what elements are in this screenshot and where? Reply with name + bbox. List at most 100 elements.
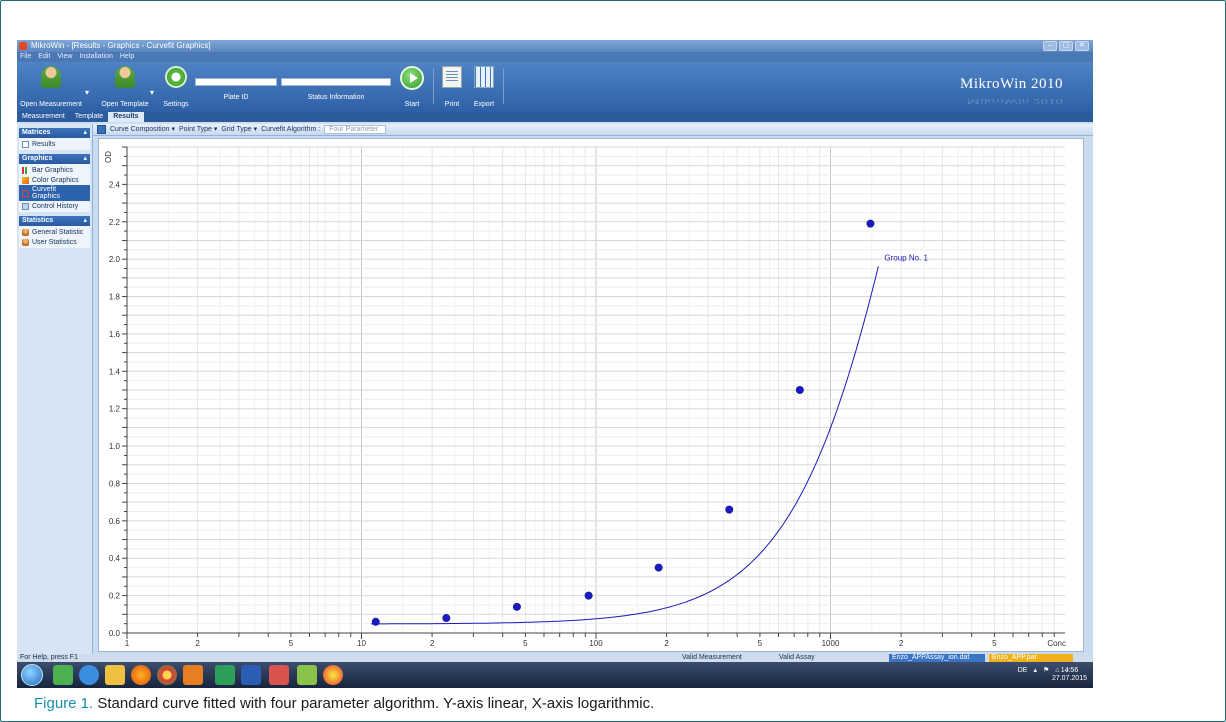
menu-edit[interactable]: Edit	[38, 52, 50, 62]
plot-container: 0.0 0.2 0.4 0.6 0.8 1.0 1.2 1.4 1.6 1.8 2.0 2.2 2.4 O…	[93, 136, 1093, 654]
y-tick-label: 1.8	[109, 293, 121, 302]
x-tick-label: 2	[899, 639, 904, 648]
app-window: MikroWin - [Results - Graphics - Curvefi…	[17, 40, 1093, 688]
y-tick-label: 0.6	[109, 517, 121, 526]
sidebar-item-color-graphics[interactable]: Color Graphics	[19, 175, 90, 185]
chevron-down-icon[interactable]: ▾	[150, 88, 154, 97]
y-tick-label: 2.0	[109, 255, 121, 264]
x-tick-label: 5	[758, 639, 763, 648]
title-bar: MikroWin - [Results - Graphics - Curvefi…	[17, 40, 1093, 52]
bar-chart-icon	[22, 166, 29, 174]
print-icon	[442, 66, 462, 88]
menu-file[interactable]: File	[20, 52, 31, 62]
outlook-icon[interactable]	[183, 665, 203, 685]
print-button[interactable]: Print	[437, 64, 467, 110]
settings-button[interactable]: Settings	[159, 64, 193, 110]
y-tick-label: 0.4	[109, 554, 121, 563]
chart-toolbar: Curve Composition ▾ Point Type ▾ Grid Ty…	[93, 124, 1093, 136]
language-indicator[interactable]: DE	[1018, 667, 1028, 674]
tab-template[interactable]: Template	[70, 112, 108, 122]
point-type-menu[interactable]: Point Type ▾	[179, 124, 217, 136]
menu-view[interactable]: View	[57, 52, 72, 62]
clock[interactable]: 14:56 27.07.2015	[1052, 667, 1087, 683]
curve-composition-menu[interactable]: Curve Composition ▾	[110, 124, 175, 136]
mikrowin-icon[interactable]	[323, 665, 343, 685]
folder-icon[interactable]	[105, 665, 125, 685]
x-tick-label: 1000	[822, 639, 840, 648]
maximize-button[interactable]: ▢	[1059, 41, 1073, 51]
nav-group-statistics: Statistics General Statistic User Statis…	[19, 216, 90, 248]
app-icon[interactable]	[53, 665, 73, 685]
firefox-icon[interactable]	[131, 665, 151, 685]
menu-help[interactable]: Help	[120, 52, 134, 62]
close-button[interactable]: ✕	[1075, 41, 1089, 51]
statistic-icon	[22, 228, 29, 236]
chevron-down-icon[interactable]: ▾	[85, 88, 89, 97]
save-chart-icon[interactable]	[97, 125, 106, 134]
chevron-up-icon[interactable]: ▴	[1033, 666, 1037, 674]
help-hint: For Help, press F1	[20, 654, 78, 661]
chrome-icon[interactable]	[157, 665, 177, 685]
plot-area: 0.0 0.2 0.4 0.6 0.8 1.0 1.2 1.4 1.6 1.8 2.0 2.2 2.4 O…	[98, 138, 1084, 652]
nav-group-header[interactable]: Matrices	[19, 128, 90, 138]
x-tick-label: 100	[589, 639, 603, 648]
start-button[interactable]: Start	[395, 64, 429, 110]
data-point	[371, 617, 380, 626]
data-file-name: Enzo_APPAssay_ion.dat	[889, 654, 985, 662]
brand-reflection: MikroWin 2010	[966, 96, 1063, 105]
open-measurement-button[interactable]: Open Measurement	[19, 64, 83, 110]
brand-logo: MikroWin 2010	[960, 76, 1063, 92]
tab-measurement[interactable]: Measurement	[17, 112, 70, 122]
open-template-button[interactable]: Open Template	[97, 64, 153, 110]
app-icon[interactable]	[297, 665, 317, 685]
clock-time: 14:56	[1060, 667, 1079, 674]
series-label: Group No. 1	[884, 253, 928, 262]
curvefit-algorithm-field[interactable]: Four Parameter	[324, 125, 387, 134]
windows-taskbar: DE ▴ ⚑ ⌂ ♪ 14:56 27.07.2015	[17, 662, 1093, 688]
flag-icon[interactable]: ⚑	[1043, 666, 1049, 674]
x-tick-label: 2	[664, 639, 669, 648]
export-button[interactable]: Export	[469, 64, 499, 110]
toolbar-divider	[503, 68, 504, 104]
view-tabs: Measurement Template Results	[17, 112, 1093, 122]
nav-group-header[interactable]: Graphics	[19, 154, 90, 164]
sidebar-item-control-history[interactable]: Control History	[19, 201, 90, 211]
plate-id-field[interactable]	[195, 78, 277, 86]
y-tick-label: 1.0	[109, 442, 121, 451]
sidebar: Matrices Results Graphics Bar Graphics C…	[17, 124, 93, 654]
x-tick-label: 5	[992, 639, 997, 648]
word-icon[interactable]	[241, 665, 261, 685]
history-icon	[22, 202, 29, 210]
excel-icon[interactable]	[215, 665, 235, 685]
minimize-button[interactable]: –	[1043, 41, 1057, 51]
y-tick-label: 2.2	[109, 218, 121, 227]
status-information-field	[281, 78, 391, 86]
data-point	[584, 591, 593, 600]
valid-assay-status: Valid Assay	[779, 654, 815, 661]
nav-group-header[interactable]: Statistics	[19, 216, 90, 226]
sidebar-item-general-statistic[interactable]: General Statistic	[19, 227, 90, 237]
parameter-file-name: Enzo_APP.par	[989, 654, 1073, 662]
color-palette-icon	[22, 176, 29, 184]
internet-explorer-icon[interactable]	[79, 665, 99, 685]
sidebar-item-bar-graphics[interactable]: Bar Graphics	[19, 165, 90, 175]
clock-date: 27.07.2015	[1051, 675, 1087, 682]
powerpoint-icon[interactable]	[269, 665, 289, 685]
sidebar-item-curvefit-graphics[interactable]: Curvefit Graphics	[19, 185, 90, 201]
data-point	[866, 219, 875, 228]
grid-type-menu[interactable]: Grid Type ▾	[221, 124, 257, 136]
valid-measurement-status: Valid Measurement	[682, 654, 742, 661]
table-icon	[22, 140, 29, 148]
y-tick-label: 0.0	[109, 629, 121, 638]
tab-results[interactable]: Results	[108, 112, 144, 122]
status-bar: For Help, press F1 Valid Measurement Val…	[17, 654, 1093, 662]
window-controls: – ▢ ✕	[1043, 41, 1089, 51]
sidebar-item-user-statistics[interactable]: User Statistics	[19, 237, 90, 247]
caption-text: Standard curve fitted with four paramete…	[97, 695, 655, 712]
gear-icon	[165, 66, 187, 88]
x-axis-label: Conc	[1047, 639, 1066, 648]
sidebar-item-results[interactable]: Results	[19, 139, 90, 149]
fit-curve	[371, 266, 879, 625]
menu-installation[interactable]: Installation	[79, 52, 112, 62]
start-menu-icon[interactable]	[21, 664, 43, 686]
